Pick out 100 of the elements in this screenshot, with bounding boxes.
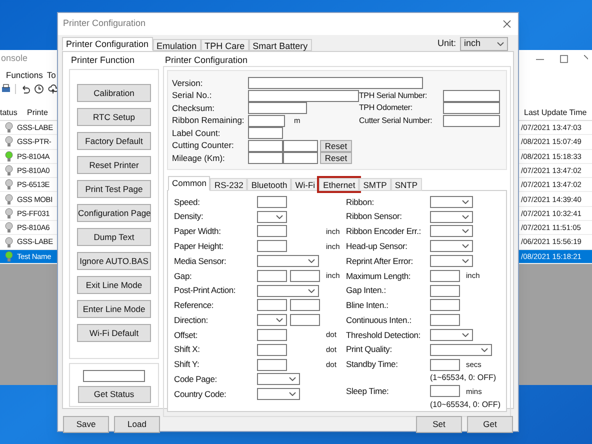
- clock-icon: [34, 84, 44, 94]
- input-field[interactable]: [430, 284, 460, 297]
- button[interactable]: Get: [467, 416, 513, 432]
- input-field[interactable]: [257, 344, 287, 356]
- dropdown[interactable]: [257, 284, 319, 297]
- dropdown[interactable]: [430, 196, 473, 208]
- button[interactable]: Set: [416, 416, 462, 432]
- maximize-icon: [560, 55, 568, 63]
- input-field[interactable]: [443, 102, 500, 114]
- button[interactable]: Factory Default: [77, 132, 151, 150]
- field-label: Media Sensor:: [174, 254, 228, 268]
- input-field[interactable]: [257, 196, 287, 208]
- input-field[interactable]: [257, 299, 287, 312]
- chevron-icon: [289, 377, 296, 382]
- input-field[interactable]: [290, 270, 320, 282]
- input-field[interactable]: [248, 90, 359, 102]
- cloud-upload-icon: [48, 84, 58, 94]
- input-field[interactable]: [443, 90, 500, 102]
- dropdown[interactable]: [430, 329, 473, 342]
- field-label: Cutter Serial Number:: [359, 114, 434, 127]
- dropdown[interactable]: [257, 388, 300, 400]
- dropdown[interactable]: [430, 210, 473, 223]
- input-field[interactable]: [248, 140, 283, 152]
- tab[interactable]: Bluetooth: [247, 178, 292, 190]
- input-field[interactable]: [430, 385, 460, 398]
- input-field[interactable]: [430, 270, 460, 282]
- field-label: Reprint After Error:: [346, 254, 414, 268]
- dropdown[interactable]: [257, 314, 287, 326]
- chevron-icon: [276, 318, 283, 322]
- dropdown[interactable]: [430, 240, 473, 252]
- tab[interactable]: SNTP: [390, 178, 422, 190]
- column-header[interactable]: Last Update Time: [520, 107, 592, 119]
- column-header[interactable]: tatus: [0, 107, 17, 119]
- menu-item[interactable]: Functions: [6, 68, 43, 82]
- input-field[interactable]: [283, 140, 318, 152]
- button[interactable]: Reset: [320, 140, 352, 152]
- button[interactable]: Reset: [320, 152, 352, 164]
- field-label: Checksum:: [172, 102, 216, 115]
- input-field[interactable]: [248, 152, 283, 164]
- button[interactable]: Configuration Page: [77, 204, 151, 222]
- input-field[interactable]: [430, 299, 460, 312]
- field-label: Speed:: [174, 196, 201, 208]
- dropdown[interactable]: [430, 225, 473, 238]
- menu-item[interactable]: To: [46, 68, 56, 82]
- dropdown[interactable]: [257, 255, 319, 268]
- input-field[interactable]: [257, 225, 287, 238]
- button[interactable]: Exit Line Mode: [77, 276, 151, 294]
- button[interactable]: Ignore AUTO.BAS: [77, 252, 151, 270]
- tab[interactable]: SMTP: [359, 178, 391, 190]
- dropdown[interactable]: [257, 373, 300, 386]
- dropdown[interactable]: [257, 210, 287, 223]
- input-field[interactable]: [248, 102, 307, 114]
- button[interactable]: RTC Setup: [77, 108, 151, 126]
- chevron-icon: [289, 392, 296, 396]
- tab[interactable]: Smart Battery: [248, 39, 312, 51]
- button[interactable]: Get Status: [78, 386, 150, 403]
- input-field[interactable]: [430, 358, 460, 371]
- tab[interactable]: Emulation: [152, 39, 201, 51]
- button[interactable]: Print Test Page: [77, 180, 151, 198]
- tab[interactable]: Printer Configuration: [62, 37, 153, 51]
- button[interactable]: Load: [114, 416, 160, 432]
- input-field[interactable]: [248, 77, 423, 90]
- button[interactable]: Reset Printer: [77, 156, 151, 174]
- input-field[interactable]: [430, 314, 460, 326]
- tab[interactable]: RS-232: [210, 178, 248, 190]
- tab[interactable]: Ethernet: [319, 178, 360, 190]
- input-field[interactable]: [248, 127, 283, 140]
- button[interactable]: Calibration: [77, 84, 151, 102]
- chevron-icon: [462, 229, 469, 234]
- field-label: Gap Inten.:: [346, 284, 387, 298]
- input-field[interactable]: [290, 314, 320, 326]
- dropdown[interactable]: [430, 344, 492, 356]
- button[interactable]: Save: [63, 416, 109, 432]
- button[interactable]: Wi-Fi Default: [77, 324, 151, 342]
- input-field[interactable]: [257, 270, 287, 282]
- input-field[interactable]: [83, 370, 145, 382]
- column-header[interactable]: Printe: [17, 107, 57, 119]
- input-field[interactable]: [257, 329, 287, 342]
- window-title: Printer Configuration: [63, 17, 146, 30]
- tab[interactable]: TPH Care: [200, 39, 249, 51]
- dropdown[interactable]: [430, 255, 473, 268]
- field-label: Sleep Time:: [346, 385, 390, 398]
- input-field[interactable]: [443, 114, 500, 127]
- input-field[interactable]: [248, 114, 285, 127]
- tab[interactable]: Wi-Fi: [291, 178, 320, 190]
- dropdown[interactable]: inch: [460, 37, 508, 51]
- field-label: Standby Time:: [346, 358, 399, 372]
- tab[interactable]: Common: [168, 176, 210, 190]
- input-field[interactable]: [257, 358, 287, 371]
- button[interactable]: Enter Line Mode: [77, 300, 151, 318]
- chevron-icon: [462, 214, 469, 219]
- field-label: Density:: [174, 210, 204, 224]
- button[interactable]: Dump Text: [77, 228, 151, 246]
- field-label: Head-up Sensor:: [346, 240, 408, 253]
- undo-icon: [20, 84, 30, 94]
- input-field[interactable]: [290, 299, 320, 312]
- chevron-icon: [462, 200, 469, 204]
- input-field[interactable]: [283, 152, 318, 164]
- chevron-icon: [481, 348, 488, 352]
- input-field[interactable]: [257, 240, 287, 252]
